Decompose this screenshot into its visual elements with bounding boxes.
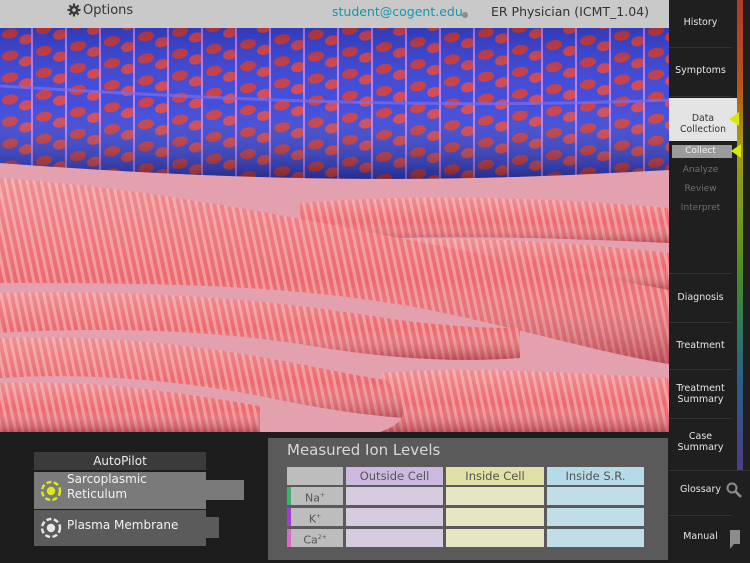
column-header-inside-sr: Inside S.R. bbox=[547, 467, 644, 485]
nav-divider bbox=[669, 369, 732, 370]
autopilot-item-sarcoplasmic-reticulum[interactable]: Sarcoplasmic Reticulum bbox=[34, 472, 206, 509]
column-header-outside-cell: Outside Cell bbox=[346, 467, 443, 485]
case-title: ER Physician (ICMT_1.04) bbox=[491, 4, 649, 19]
nav-sub-analyze[interactable]: Analyze bbox=[669, 165, 732, 175]
autopilot-item-plasma-membrane[interactable]: Plasma Membrane bbox=[34, 510, 206, 546]
nav-treatment[interactable]: Treatment bbox=[669, 340, 732, 351]
ion-symbol: Ca bbox=[303, 533, 318, 547]
nav-case-summary-line: Summary bbox=[677, 442, 724, 453]
ion-value-cell bbox=[346, 529, 443, 547]
search-icon[interactable] bbox=[726, 482, 742, 498]
nav-symptoms[interactable]: Symptoms bbox=[669, 65, 732, 76]
ion-value-cell bbox=[346, 487, 443, 505]
nav-diagnosis[interactable]: Diagnosis bbox=[669, 292, 732, 303]
nav-case-summary[interactable]: Case Summary bbox=[669, 431, 732, 453]
case-progress-bar bbox=[737, 0, 743, 470]
current-step-pointer-icon bbox=[729, 112, 739, 126]
ion-charge: + bbox=[319, 492, 325, 499]
ion-value-cell bbox=[446, 529, 544, 547]
row-label-k: K+ bbox=[287, 508, 343, 526]
nav-divider bbox=[669, 96, 732, 97]
ion-charge: 2+ bbox=[317, 534, 327, 541]
nav-treatment-summary[interactable]: Treatment Summary bbox=[669, 383, 732, 405]
row-label-ca: Ca2+ bbox=[287, 529, 343, 547]
autopilot-header: AutoPilot bbox=[34, 452, 206, 470]
nav-case-summary-line: Case bbox=[688, 431, 713, 442]
status-indicator bbox=[462, 12, 468, 18]
ion-marker bbox=[287, 508, 291, 526]
nav-history[interactable]: History bbox=[669, 17, 732, 28]
ion-value-cell bbox=[547, 487, 644, 505]
row-label-na: Na+ bbox=[287, 487, 343, 505]
target-icon bbox=[40, 517, 62, 539]
nav-data-collection-label: Data Collection bbox=[680, 113, 726, 135]
ion-value-cell bbox=[547, 529, 644, 547]
manual-book-icon[interactable] bbox=[729, 529, 741, 549]
nav-divider bbox=[669, 515, 732, 516]
target-icon bbox=[40, 480, 62, 502]
nav-sub-interpret[interactable]: Interpret bbox=[669, 203, 732, 213]
nav-divider bbox=[669, 322, 732, 323]
ion-charge: + bbox=[316, 513, 322, 520]
nav-divider bbox=[669, 418, 732, 419]
column-header-inside-cell: Inside Cell bbox=[446, 467, 544, 485]
autopilot-item-label: Sarcoplasmic bbox=[67, 472, 147, 486]
autopilot-item-tab bbox=[206, 480, 244, 500]
nav-divider bbox=[669, 273, 732, 274]
nav-divider bbox=[669, 47, 732, 48]
nav-glossary[interactable]: Glossary bbox=[669, 484, 732, 495]
ion-symbol: Na bbox=[304, 491, 320, 505]
ion-value-cell bbox=[547, 508, 644, 526]
nav-manual[interactable]: Manual bbox=[669, 531, 732, 542]
options-button[interactable]: Options bbox=[67, 1, 133, 19]
ion-value-cell bbox=[446, 487, 544, 505]
ion-marker bbox=[287, 487, 291, 505]
ion-symbol: K bbox=[308, 512, 317, 526]
nav-treatment-summary-line: Summary bbox=[677, 394, 724, 405]
nav-sub-collect-label: Collect bbox=[685, 146, 716, 156]
table-corner-cell bbox=[287, 467, 343, 485]
autopilot-item-tab bbox=[206, 517, 219, 538]
nav-sub-review[interactable]: Review bbox=[669, 184, 732, 194]
nav-treatment-summary-line: Treatment bbox=[676, 383, 725, 394]
nav-divider bbox=[669, 470, 750, 471]
options-label: Options bbox=[83, 2, 134, 18]
muscle-3d-viewport[interactable] bbox=[0, 28, 669, 432]
ion-value-cell bbox=[346, 508, 443, 526]
current-substep-pointer-icon bbox=[731, 144, 741, 158]
autopilot-item-label: Reticulum bbox=[67, 487, 128, 501]
ion-marker bbox=[287, 529, 291, 547]
autopilot-item-label: Plasma Membrane bbox=[67, 518, 179, 532]
ion-levels-title: Measured Ion Levels bbox=[287, 441, 441, 459]
gear-icon bbox=[67, 3, 81, 17]
ion-value-cell bbox=[446, 508, 544, 526]
muscle-fiber-render bbox=[0, 28, 669, 432]
user-email-link[interactable]: student@cogent.edu bbox=[332, 4, 463, 19]
